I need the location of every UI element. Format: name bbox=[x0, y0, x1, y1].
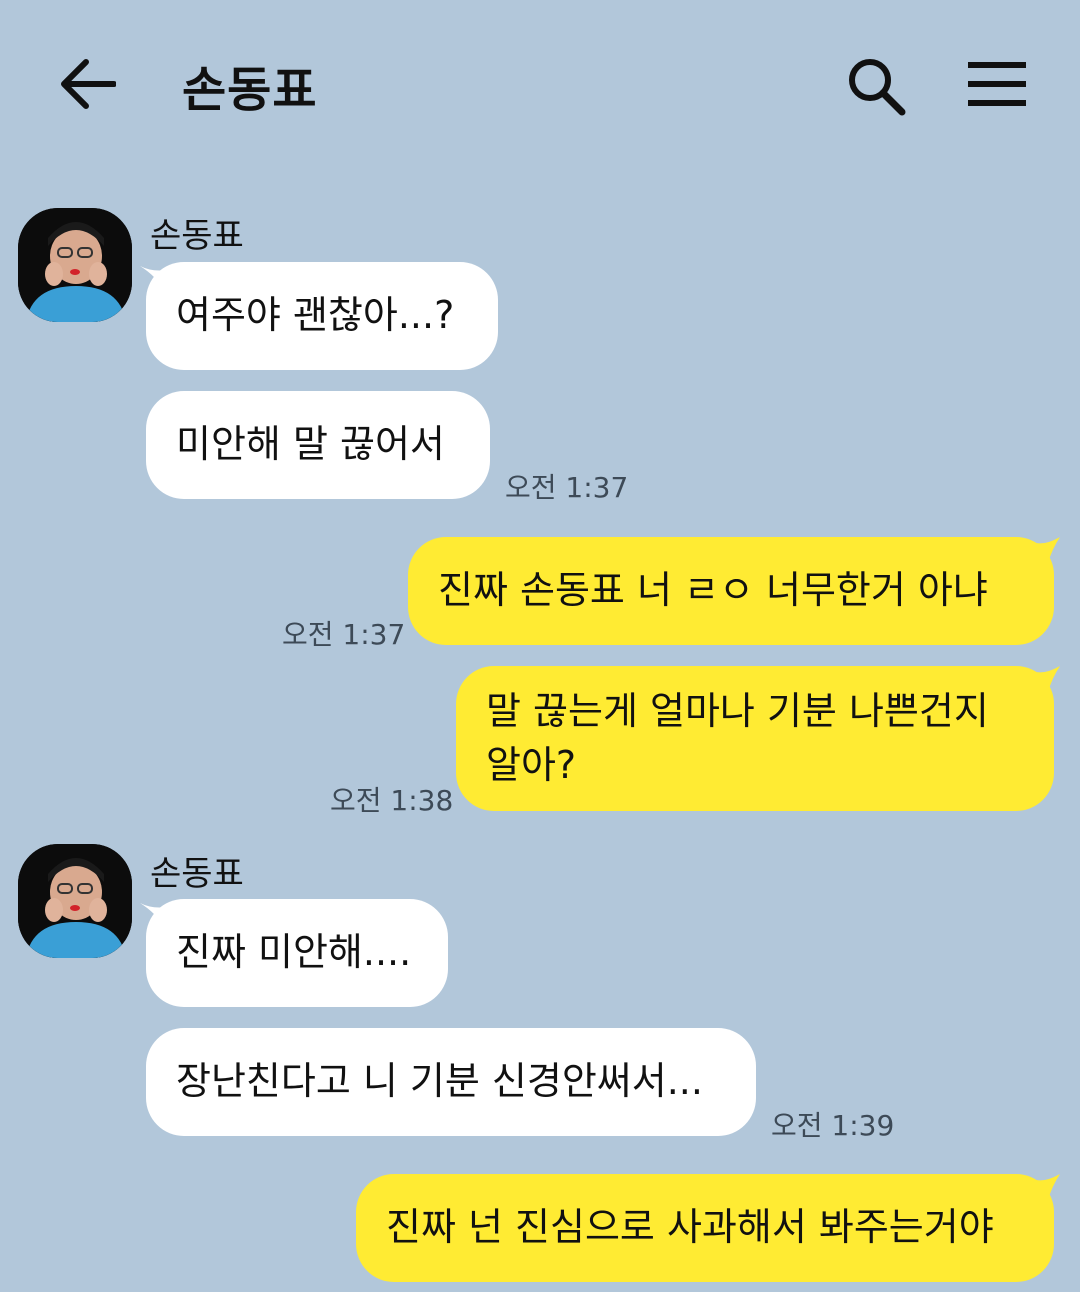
hamburger-menu-icon[interactable] bbox=[968, 60, 1026, 108]
search-icon[interactable] bbox=[846, 56, 906, 116]
incoming-message-bubble[interactable]: 진짜 미안해.... bbox=[146, 899, 448, 1007]
chat-title: 손동표 bbox=[182, 62, 318, 118]
back-arrow-icon[interactable] bbox=[60, 58, 116, 110]
message-timestamp: 오전 1:37 bbox=[282, 618, 406, 651]
outgoing-message-bubble[interactable]: 말 끊는게 얼마나 기분 나쁜건지 알아? bbox=[456, 666, 1054, 811]
message-timestamp: 오전 1:37 bbox=[505, 471, 629, 504]
message-text: 미안해 말 끊어서 bbox=[176, 422, 445, 466]
message-text-line: 알아? bbox=[486, 743, 577, 787]
incoming-message-bubble[interactable]: 미안해 말 끊어서 bbox=[146, 391, 490, 499]
outgoing-message-bubble[interactable]: 진짜 넌 진심으로 사과해서 봐주는거야 bbox=[356, 1174, 1054, 1282]
bubble-tail bbox=[1036, 537, 1060, 563]
avatar[interactable] bbox=[18, 844, 132, 958]
message-timestamp: 오전 1:38 bbox=[330, 784, 454, 817]
incoming-message-bubble[interactable]: 여주야 괜찮아...? bbox=[146, 262, 498, 370]
message-text: 장난친다고 니 기분 신경안써서... bbox=[176, 1059, 703, 1103]
message-timestamp: 오전 1:39 bbox=[771, 1109, 895, 1142]
sender-name: 손동표 bbox=[150, 854, 244, 894]
avatar[interactable] bbox=[18, 208, 132, 322]
message-text: 진짜 넌 진심으로 사과해서 봐주는거야 bbox=[386, 1205, 994, 1249]
message-text: 진짜 미안해.... bbox=[176, 930, 412, 974]
bubble-tail bbox=[1036, 666, 1060, 692]
sender-name: 손동표 bbox=[150, 216, 244, 256]
bubble-tail bbox=[1036, 1174, 1060, 1200]
outgoing-message-bubble[interactable]: 진짜 손동표 너 ㄹㅇ 너무한거 아냐 bbox=[408, 537, 1054, 645]
message-text-line: 말 끊는게 얼마나 기분 나쁜건지 bbox=[486, 689, 989, 733]
avatar-photo bbox=[18, 208, 132, 322]
chat-header: 손동표 bbox=[0, 0, 1080, 170]
incoming-message-bubble[interactable]: 장난친다고 니 기분 신경안써서... bbox=[146, 1028, 756, 1136]
avatar-photo bbox=[18, 844, 132, 958]
message-text: 진짜 손동표 너 ㄹㅇ 너무한거 아냐 bbox=[438, 568, 988, 612]
message-text: 여주야 괜찮아...? bbox=[176, 293, 455, 337]
